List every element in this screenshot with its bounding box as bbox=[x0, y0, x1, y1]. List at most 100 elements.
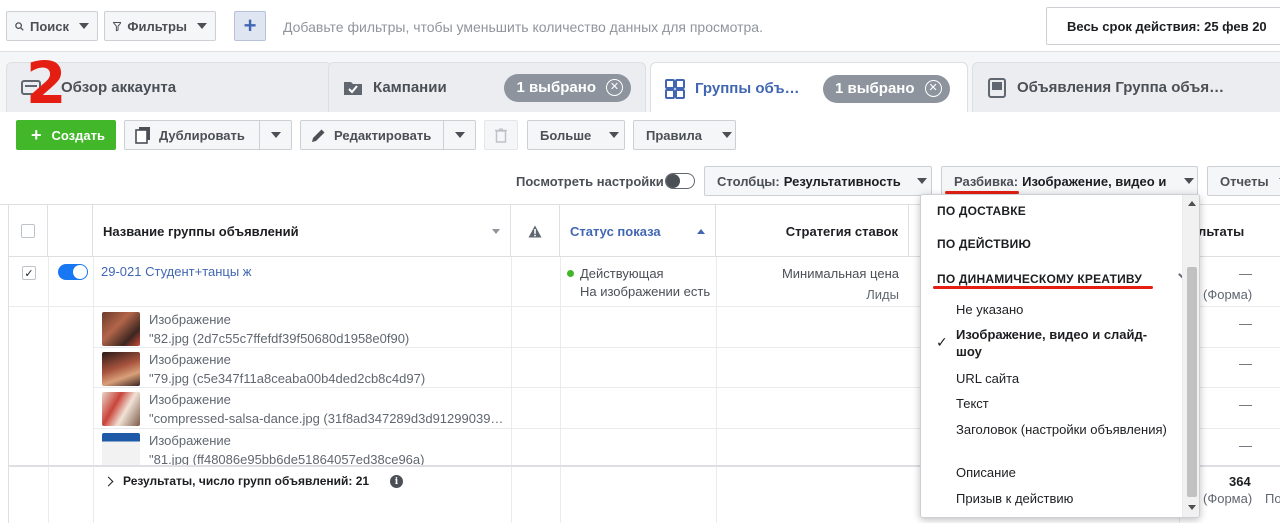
creative-file: "79.jpg (c5e347f11a8ceaba00b4ded2cb8c4d9… bbox=[149, 371, 426, 386]
check-icon: ✓ bbox=[936, 334, 948, 350]
columns-dropdown[interactable]: Столбцы: Результативность bbox=[704, 166, 932, 196]
header-name[interactable]: Название группы объявлений bbox=[93, 205, 511, 257]
checkbox[interactable] bbox=[21, 224, 35, 238]
chevron-down-icon bbox=[916, 178, 927, 184]
edit-label: Редактировать bbox=[334, 127, 432, 143]
rules-label: Правила bbox=[646, 127, 702, 143]
menu-scrollbar[interactable] bbox=[1182, 195, 1199, 517]
ad-icon bbox=[988, 77, 1006, 98]
creative-thumbnail bbox=[102, 392, 140, 426]
menu-option-website-url[interactable]: URL сайта bbox=[956, 370, 1171, 387]
more-button[interactable]: Больше bbox=[527, 120, 625, 150]
action-toolbar: + Создать Дублировать Редактировать Боль… bbox=[0, 112, 1280, 205]
toggle-switch[interactable] bbox=[665, 173, 695, 189]
close-icon[interactable]: ✕ bbox=[924, 80, 942, 97]
annotation-step-number: 2 bbox=[26, 49, 67, 117]
creative-type: Изображение bbox=[149, 312, 231, 327]
menu-option-text[interactable]: Текст bbox=[956, 395, 1171, 412]
creative-thumbnail bbox=[102, 312, 140, 346]
header-status-label: Статус показа bbox=[570, 223, 661, 239]
ad-set-toggle[interactable] bbox=[58, 264, 88, 280]
bid-strategy-note: Лиды bbox=[866, 287, 899, 302]
status-note: На изображении есть к bbox=[580, 284, 714, 299]
summary-total-note: (Форма) bbox=[1203, 491, 1253, 506]
menu-option-headline[interactable]: Заголовок (настройки объявления) bbox=[956, 421, 1171, 438]
create-button[interactable]: + Создать bbox=[16, 120, 116, 150]
status-dot bbox=[567, 270, 574, 277]
chevron-down-icon bbox=[1184, 178, 1195, 184]
duplicate-options-button[interactable] bbox=[259, 121, 291, 149]
date-range-picker[interactable]: Весь срок действия: 25 фев 20 bbox=[1046, 7, 1280, 45]
tab-label: Объявления Группа объя… bbox=[1017, 79, 1225, 96]
warning-icon bbox=[528, 225, 542, 237]
tab-campaigns[interactable]: Кампании 1 выбрано ✕ bbox=[328, 62, 646, 112]
column-divider bbox=[560, 257, 561, 523]
menu-option-not-specified[interactable]: Не указано bbox=[956, 301, 1171, 318]
creative-type: Изображение bbox=[149, 433, 231, 448]
summary-label: Результаты, число групп объявлений: 21 bbox=[123, 474, 370, 488]
edit-options-button[interactable] bbox=[443, 121, 475, 149]
tab-label: Группы объ… bbox=[695, 80, 800, 97]
menu-section-delivery[interactable]: ПО ДОСТАВКЕ bbox=[937, 204, 1199, 218]
rules-button[interactable]: Правила bbox=[633, 120, 736, 150]
header-bid-strategy[interactable]: Стратегия ставок bbox=[716, 205, 909, 257]
sort-icon bbox=[492, 228, 500, 234]
tab-ad-sets[interactable]: Группы объ… 1 выбрано ✕ bbox=[650, 62, 968, 114]
header-name-label: Название группы объявлений bbox=[103, 223, 299, 239]
chevron-down-icon bbox=[197, 23, 207, 29]
edit-button[interactable]: Редактировать bbox=[300, 120, 476, 150]
creative-thumbnail bbox=[102, 433, 140, 467]
columns-label: Столбцы: bbox=[717, 173, 780, 189]
chevron-right-icon[interactable] bbox=[103, 476, 114, 487]
sort-ascending-icon bbox=[697, 228, 705, 234]
tab-ads[interactable]: Объявления Группа объя… bbox=[972, 62, 1280, 112]
ad-set-name-link[interactable]: 29-021 Студент+танцы ж bbox=[101, 264, 252, 279]
menu-option-description[interactable]: Описание bbox=[956, 464, 1171, 481]
chevron-down-icon bbox=[454, 132, 465, 138]
scrollbar-thumb[interactable] bbox=[1187, 267, 1197, 497]
close-icon[interactable]: ✕ bbox=[606, 79, 623, 96]
header-toggle-col bbox=[48, 205, 93, 257]
delete-button[interactable] bbox=[484, 120, 518, 150]
scroll-down-icon[interactable] bbox=[1188, 505, 1196, 510]
breakdown-label: Разбивка: bbox=[954, 173, 1019, 189]
add-filter-button[interactable]: + bbox=[234, 11, 266, 41]
header-warning bbox=[511, 205, 560, 257]
menu-section-dynamic-creative[interactable]: ПО ДИНАМИЧЕСКОМУ КРЕАТИВУ bbox=[937, 268, 1199, 286]
folder-check-icon bbox=[344, 81, 362, 95]
menu-option-image-video-slideshow[interactable]: Изображение, видео и слайд-шоу bbox=[956, 326, 1171, 360]
selected-pill[interactable]: 1 выбрано ✕ bbox=[504, 73, 631, 102]
info-icon[interactable]: i bbox=[390, 475, 403, 488]
create-label: Создать bbox=[51, 127, 105, 143]
scroll-up-icon[interactable] bbox=[1188, 201, 1196, 206]
status-text: Действующая bbox=[580, 266, 664, 281]
menu-section-action[interactable]: ПО ДЕЙСТВИЮ bbox=[937, 237, 1199, 251]
chevron-down-icon bbox=[722, 132, 732, 138]
result-value: — bbox=[1239, 316, 1252, 331]
column-divider bbox=[48, 257, 49, 523]
reports-dropdown[interactable]: Отчеты bbox=[1207, 166, 1280, 196]
filter-bar: Поиск Фильтры + Добавьте фильтры, чтобы … bbox=[0, 0, 1280, 52]
view-settings-toggle[interactable] bbox=[665, 173, 695, 189]
duplicate-button[interactable]: Дублировать bbox=[124, 120, 292, 150]
tab-label: Обзор аккаунта bbox=[61, 79, 177, 96]
chevron-down-icon bbox=[270, 132, 281, 138]
menu-option-call-to-action[interactable]: Призыв к действию bbox=[956, 490, 1171, 507]
filter-hint: Добавьте фильтры, чтобы уменьшить количе… bbox=[283, 19, 763, 35]
header-select-all[interactable] bbox=[9, 205, 48, 257]
annotation-underline bbox=[933, 286, 1153, 289]
header-status[interactable]: Статус показа bbox=[560, 205, 716, 257]
trash-icon bbox=[495, 128, 507, 143]
filters-dropdown-button[interactable]: Фильтры bbox=[104, 11, 216, 41]
creative-file: "compressed-salsa-dance.jpg (31f8ad34728… bbox=[149, 411, 504, 426]
selected-pill[interactable]: 1 выбрано ✕ bbox=[823, 74, 950, 103]
row-checkbox[interactable]: ✓ bbox=[22, 266, 36, 280]
reports-label: Отчеты bbox=[1220, 173, 1269, 189]
view-settings-label: Посмотреть настройки bbox=[516, 174, 664, 189]
creative-file: "81.jpg (ff48086e95bb6de51864057ed38ce96… bbox=[149, 452, 425, 466]
column-divider bbox=[511, 257, 512, 523]
search-dropdown-button[interactable]: Поиск bbox=[6, 11, 98, 41]
result-value: — bbox=[1239, 356, 1252, 371]
pill-label: 1 выбрано bbox=[835, 80, 915, 97]
level-tabs: Обзор аккаунта Кампании 1 выбрано ✕ Груп… bbox=[0, 52, 1280, 114]
